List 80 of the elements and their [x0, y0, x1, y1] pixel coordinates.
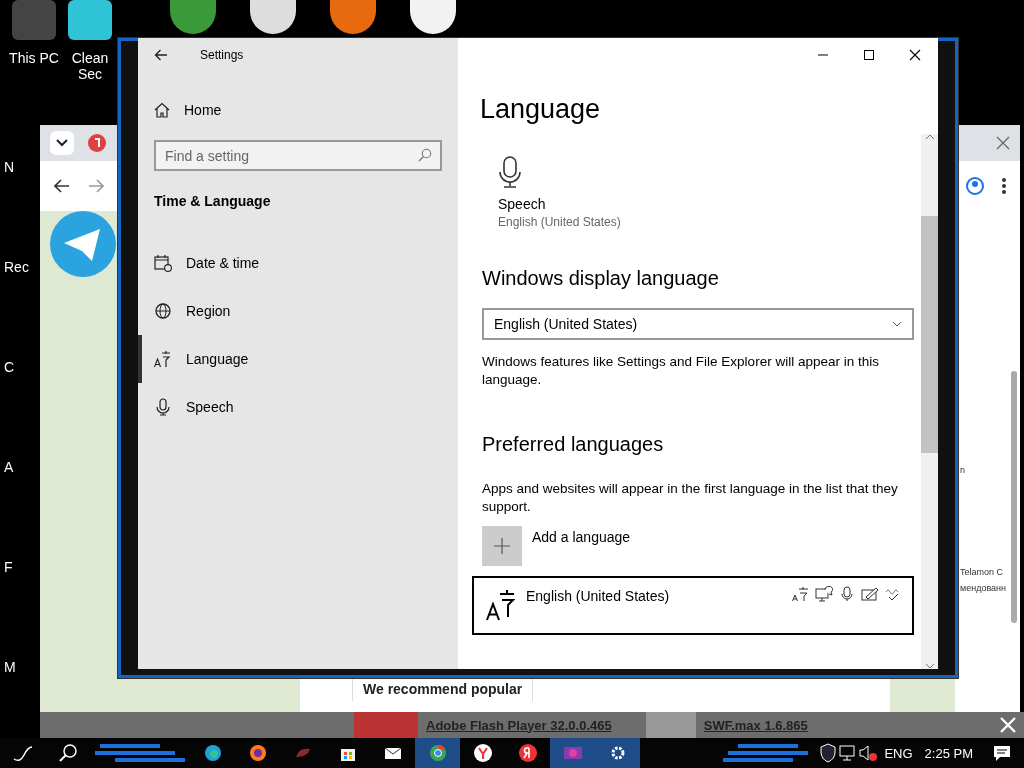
notification-icon [991, 743, 1012, 763]
app-icon[interactable] [330, 0, 376, 34]
description-text: Windows features like Settings and File Explorer will appear in this language. [482, 353, 880, 389]
language-name: English (United States) [526, 588, 671, 604]
scrollbar[interactable] [921, 134, 938, 669]
app-thumbnail [645, 712, 696, 738]
clock-time[interactable]: 2:25 PM [918, 745, 979, 761]
edge-icon [202, 743, 223, 763]
search-icon[interactable] [418, 148, 432, 162]
nav-item[interactable]: Date & time [138, 239, 458, 287]
back-arrow-icon [154, 49, 168, 61]
firefox-icon [247, 743, 268, 763]
microphone-icon [838, 586, 856, 602]
close-icon [909, 49, 921, 61]
shield-icon[interactable] [818, 743, 839, 763]
search-field[interactable]: Find a setting [154, 140, 442, 171]
app-thumbnail [354, 712, 418, 738]
microphone-icon [154, 398, 172, 416]
search-icon [57, 743, 78, 763]
app-icon[interactable] [250, 0, 296, 34]
icon-label: This PC [9, 50, 59, 66]
chrome-button[interactable] [415, 738, 460, 768]
icon-label: Rec [4, 258, 29, 276]
chrome-icon [427, 743, 448, 763]
add-language-link[interactable]: Add a language [532, 529, 631, 545]
text-to-speech-icon [815, 586, 833, 602]
side-text: Telamon C [960, 567, 1004, 577]
home-icon [154, 102, 170, 118]
icon-label: F [4, 558, 14, 576]
scrollbar-thumb[interactable] [921, 216, 938, 453]
home-link[interactable]: Home [138, 86, 458, 134]
app-icon[interactable] [410, 0, 456, 34]
description-text: Apps and websites will appear in the first language in the list that they support. [482, 480, 899, 516]
icon-label: Clean Sec [70, 50, 110, 82]
tile-label[interactable]: Speech [498, 196, 914, 212]
window-title: Settings [200, 48, 244, 62]
section-heading: Windows display language [482, 267, 720, 290]
yandex-icon [517, 743, 538, 763]
microphone-icon[interactable] [498, 156, 522, 188]
calendar-clock-icon [154, 254, 172, 272]
yandex-browser-icon [472, 743, 493, 763]
forward-arrow-icon[interactable] [88, 179, 104, 193]
page-title: Language [479, 94, 602, 126]
paper-plane-icon[interactable] [50, 211, 116, 277]
tab-list-button[interactable] [50, 131, 74, 155]
language-dropdown[interactable]: English (United States) [482, 308, 914, 340]
tile-value: English (United States) [498, 215, 622, 229]
icon-label: M [4, 658, 17, 676]
dropdown-value: English (United States) [494, 316, 638, 332]
scrollbar-thumb[interactable] [1011, 371, 1017, 623]
icon-label: A [4, 458, 15, 476]
language-row[interactable]: English (United States) [472, 576, 914, 635]
side-text: n [960, 465, 965, 475]
section-heading: Preferred languages [482, 433, 665, 456]
handwriting-icon [861, 586, 879, 602]
language-icon [154, 350, 172, 368]
language-pack-icon [792, 586, 810, 602]
language-icon [486, 588, 516, 622]
menu-dots-icon[interactable] [1002, 178, 1006, 194]
nav-item[interactable]: Speech [138, 383, 458, 431]
scroll-down-icon [924, 663, 935, 669]
icon-label: N [4, 158, 16, 176]
icon-label: C [4, 358, 16, 376]
nav-item[interactable]: Region [138, 287, 458, 335]
side-text: мендованн [960, 583, 1007, 593]
back-arrow-icon[interactable] [54, 179, 70, 193]
language-indicator[interactable]: ENG [878, 745, 919, 761]
section-heading: Time & Language [153, 193, 272, 209]
muted-speaker-icon[interactable] [858, 743, 879, 763]
gear-button[interactable] [595, 738, 640, 768]
profile-icon[interactable] [966, 177, 984, 195]
globe-icon [154, 302, 172, 320]
maximize-icon [863, 49, 875, 61]
plus-icon [494, 538, 510, 554]
scroll-up-icon [924, 134, 935, 140]
swoosh-icon [12, 743, 33, 763]
chevron-down-icon [892, 321, 902, 327]
chevron-down-icon [56, 139, 68, 147]
close-icon[interactable] [996, 136, 1010, 150]
close-icon [1000, 717, 1016, 733]
